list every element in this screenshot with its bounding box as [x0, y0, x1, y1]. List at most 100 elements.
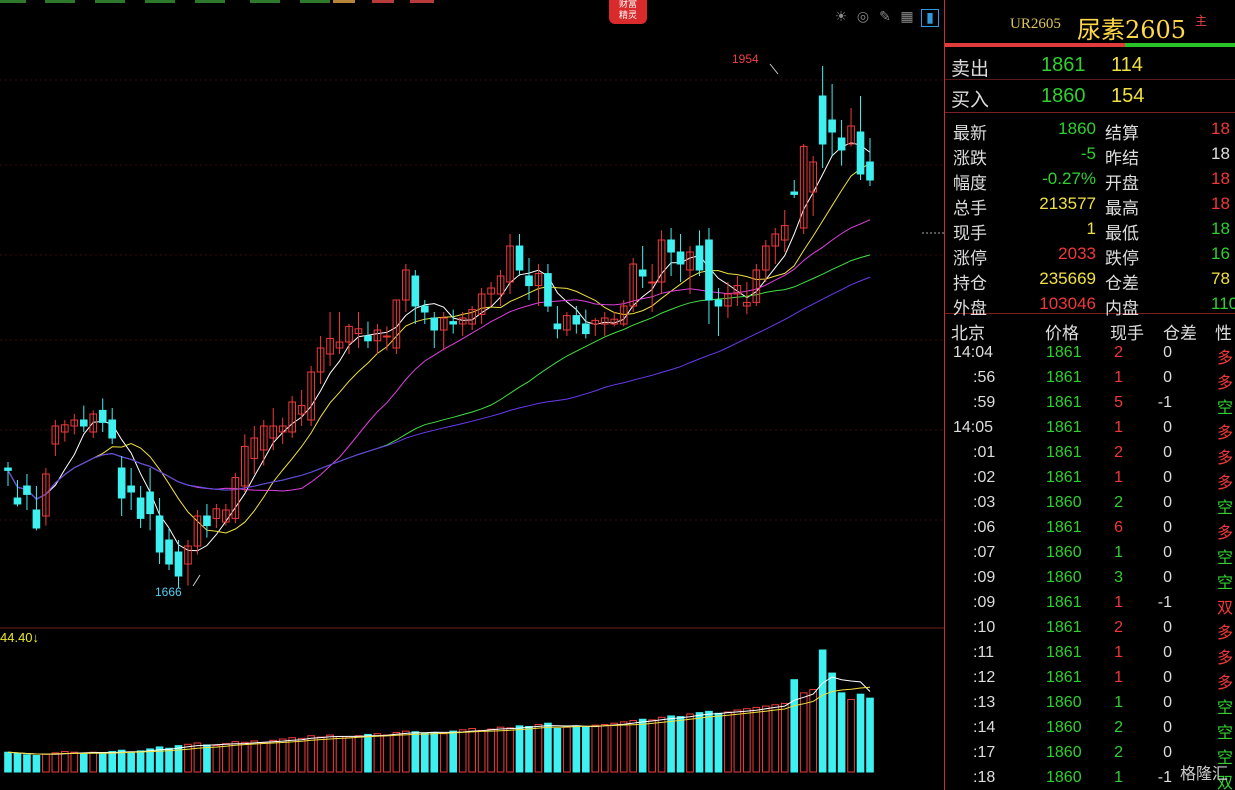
tick-qty: 2 — [1114, 344, 1123, 361]
tick-time: :13 — [973, 694, 996, 711]
quote-value: 235669 — [1039, 269, 1096, 288]
volume-bar — [326, 734, 334, 773]
tick-qty: 2 — [1114, 619, 1123, 636]
tick-diff: 0 — [1163, 644, 1172, 661]
tick-diff: 0 — [1163, 469, 1172, 486]
quote-value: 103046 — [1039, 294, 1096, 313]
candle-body — [98, 409, 107, 423]
tick-row[interactable]: :14 1860 2 0 空 — [945, 716, 1235, 742]
tick-price: 1861 — [1046, 619, 1082, 636]
tick-row[interactable]: :13 1860 1 0 空 — [945, 691, 1235, 717]
tick-row[interactable]: :09 1861 1 -1 双 — [945, 591, 1235, 617]
volume-bar — [250, 740, 259, 773]
tick-row[interactable]: 14:05 1861 1 0 多 — [945, 416, 1235, 442]
volume-bar — [856, 693, 865, 773]
volume-bar — [818, 649, 827, 773]
tick-diff: 0 — [1163, 519, 1172, 536]
high-marker-arrow — [769, 63, 779, 75]
tick-qty: 2 — [1114, 494, 1123, 511]
contract-name[interactable]: 尿素2605 — [1077, 10, 1186, 45]
tick-row[interactable]: :07 1860 1 0 空 — [945, 541, 1235, 567]
volume-bar — [70, 751, 79, 773]
quote-value: 18 — [1211, 119, 1230, 138]
quote-panel: UR2605 尿素2605 主 卖出 1861 114 买入 1860 154 … — [944, 0, 1235, 790]
quote-table: 最新 1860 结算 18 涨跌 -5 昨结 18 幅度 -0.27% 开盘 18 总手 213577 最高… — [945, 113, 1235, 318]
tick-row[interactable]: :03 1860 2 0 空 — [945, 491, 1235, 517]
volume-bar — [430, 731, 439, 773]
tick-time: :02 — [973, 469, 996, 486]
quote-value: 2033 — [1058, 244, 1096, 263]
quote-value: -0.27% — [1042, 169, 1096, 188]
tick-price: 1861 — [1046, 469, 1082, 486]
volume-bar — [600, 724, 609, 773]
tick-row[interactable]: :56 1861 1 0 多 — [945, 366, 1235, 392]
volume-bar — [761, 705, 770, 773]
tick-row[interactable]: :59 1861 5 -1 空 — [945, 391, 1235, 417]
candle-body — [790, 191, 799, 195]
tick-row[interactable]: :12 1861 1 0 多 — [945, 666, 1235, 692]
quote-row: 现手 1 最低 18 — [945, 217, 1235, 243]
tick-row[interactable]: :11 1861 1 0 多 — [945, 641, 1235, 667]
tick-qty: 3 — [1114, 569, 1123, 586]
tick-diff: 0 — [1163, 569, 1172, 586]
candle-body — [165, 539, 173, 565]
volume-bar — [373, 733, 382, 773]
tick-nature: 多 — [1217, 525, 1234, 542]
tick-nature: 多 — [1217, 625, 1234, 642]
volume-bar — [515, 725, 524, 773]
volume-bar — [629, 720, 638, 773]
tick-time: 14:04 — [953, 344, 994, 361]
candle-body — [714, 299, 723, 307]
tick-row[interactable]: :01 1861 2 0 多 — [945, 441, 1235, 467]
tick-diff: -1 — [1157, 769, 1172, 786]
tick-nature: 空 — [1217, 550, 1234, 567]
bid-row[interactable]: 买入 1860 154 — [945, 81, 1235, 111]
tick-time: :14 — [973, 719, 996, 736]
ask-volume: 114 — [1111, 54, 1143, 76]
tick-price: 1861 — [1046, 344, 1082, 361]
bid-label: 买入 — [951, 90, 990, 111]
tick-diff: 0 — [1163, 694, 1172, 711]
tick-row[interactable]: :02 1861 1 0 多 — [945, 466, 1235, 492]
tick-diff: -1 — [1157, 394, 1172, 411]
volume-bar — [638, 718, 647, 773]
tick-row[interactable]: :10 1861 2 0 多 — [945, 616, 1235, 642]
quote-row: 涨停 2033 跌停 16 — [945, 242, 1235, 268]
volume-bar — [307, 735, 315, 773]
tick-qty: 1 — [1114, 544, 1123, 561]
tick-nature: 空 — [1217, 725, 1234, 742]
ask-row[interactable]: 卖出 1861 114 — [945, 50, 1235, 80]
tick-nature: 多 — [1217, 675, 1234, 692]
tick-nature: 多 — [1217, 425, 1234, 442]
tick-time: :09 — [973, 569, 996, 586]
tick-price: 1861 — [1046, 594, 1082, 611]
ticks-list[interactable]: 14:04 1861 2 0 多:56 1861 1 0 多:59 1861 5 -1 空 14:05 18… — [945, 341, 1235, 790]
tick-price: 1860 — [1046, 769, 1082, 786]
quote-row: 总手 213577 最高 18 — [945, 192, 1235, 218]
tick-row[interactable]: :06 1861 6 0 多 — [945, 516, 1235, 542]
volume-bar — [468, 727, 476, 773]
volume-bar — [705, 710, 713, 773]
volume-bar — [136, 750, 145, 773]
quote-label: 最低 — [1105, 224, 1139, 243]
kline-svg — [0, 63, 944, 773]
candle-body — [525, 275, 533, 287]
sell-strength-bar — [945, 43, 1125, 47]
quote-label: 涨跌 — [953, 149, 987, 168]
watermark-logo: 格隆汇 — [1179, 766, 1228, 783]
tick-row[interactable]: 14:04 1861 2 0 多 — [945, 341, 1235, 367]
tick-price: 1861 — [1046, 369, 1082, 386]
candle-body — [117, 467, 126, 499]
contract-code: UR2605 — [1010, 16, 1061, 32]
volume-bar — [506, 727, 514, 773]
tick-row[interactable]: :09 1860 3 0 空 — [945, 566, 1235, 592]
candle-body — [23, 485, 31, 495]
tick-diff: 0 — [1163, 444, 1172, 461]
volume-bar — [837, 692, 846, 773]
tick-price: 1861 — [1046, 644, 1082, 661]
quote-label: 最高 — [1105, 199, 1139, 218]
quote-value: 213577 — [1039, 194, 1096, 213]
quote-value: 16 — [1211, 244, 1230, 263]
kline-chart-area[interactable]: 财富 精灵 ☀ ◎ ✎ ▦ ▮ 1954 1666 44.40↓ — [0, 0, 944, 790]
tick-qty: 1 — [1114, 369, 1123, 386]
